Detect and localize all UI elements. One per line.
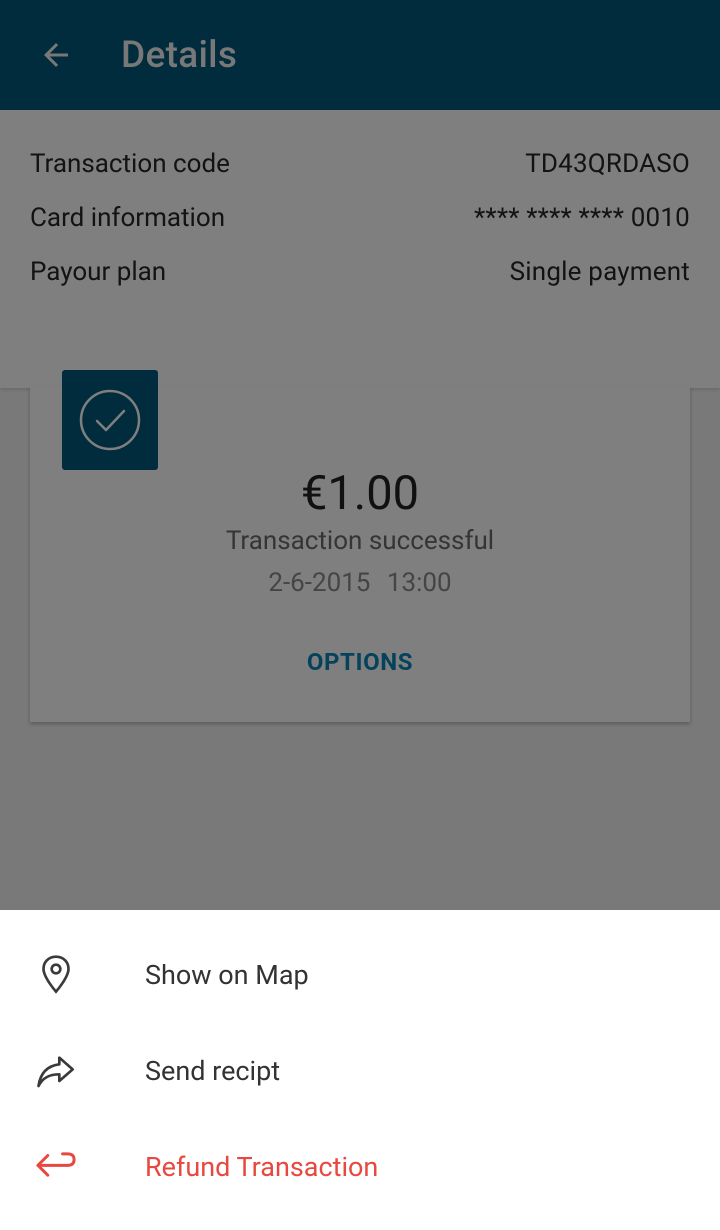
sheet-item-label: Show on Map: [145, 959, 309, 991]
share-arrow-icon: [30, 1045, 82, 1097]
bottom-sheet: Show on Map Send recipt Refund Transacti…: [0, 910, 720, 1230]
refund-transaction-item[interactable]: Refund Transaction: [0, 1119, 720, 1215]
modal-scrim[interactable]: [0, 0, 720, 910]
screen: Details Transaction code TD43QRDASO Card…: [0, 0, 720, 1230]
return-arrow-icon: [30, 1141, 82, 1193]
sheet-item-label: Send recipt: [145, 1055, 281, 1087]
sheet-item-label: Refund Transaction: [145, 1151, 379, 1183]
send-receipt-item[interactable]: Send recipt: [0, 1023, 720, 1119]
show-on-map-item[interactable]: Show on Map: [0, 927, 720, 1023]
map-pin-icon: [30, 949, 82, 1001]
